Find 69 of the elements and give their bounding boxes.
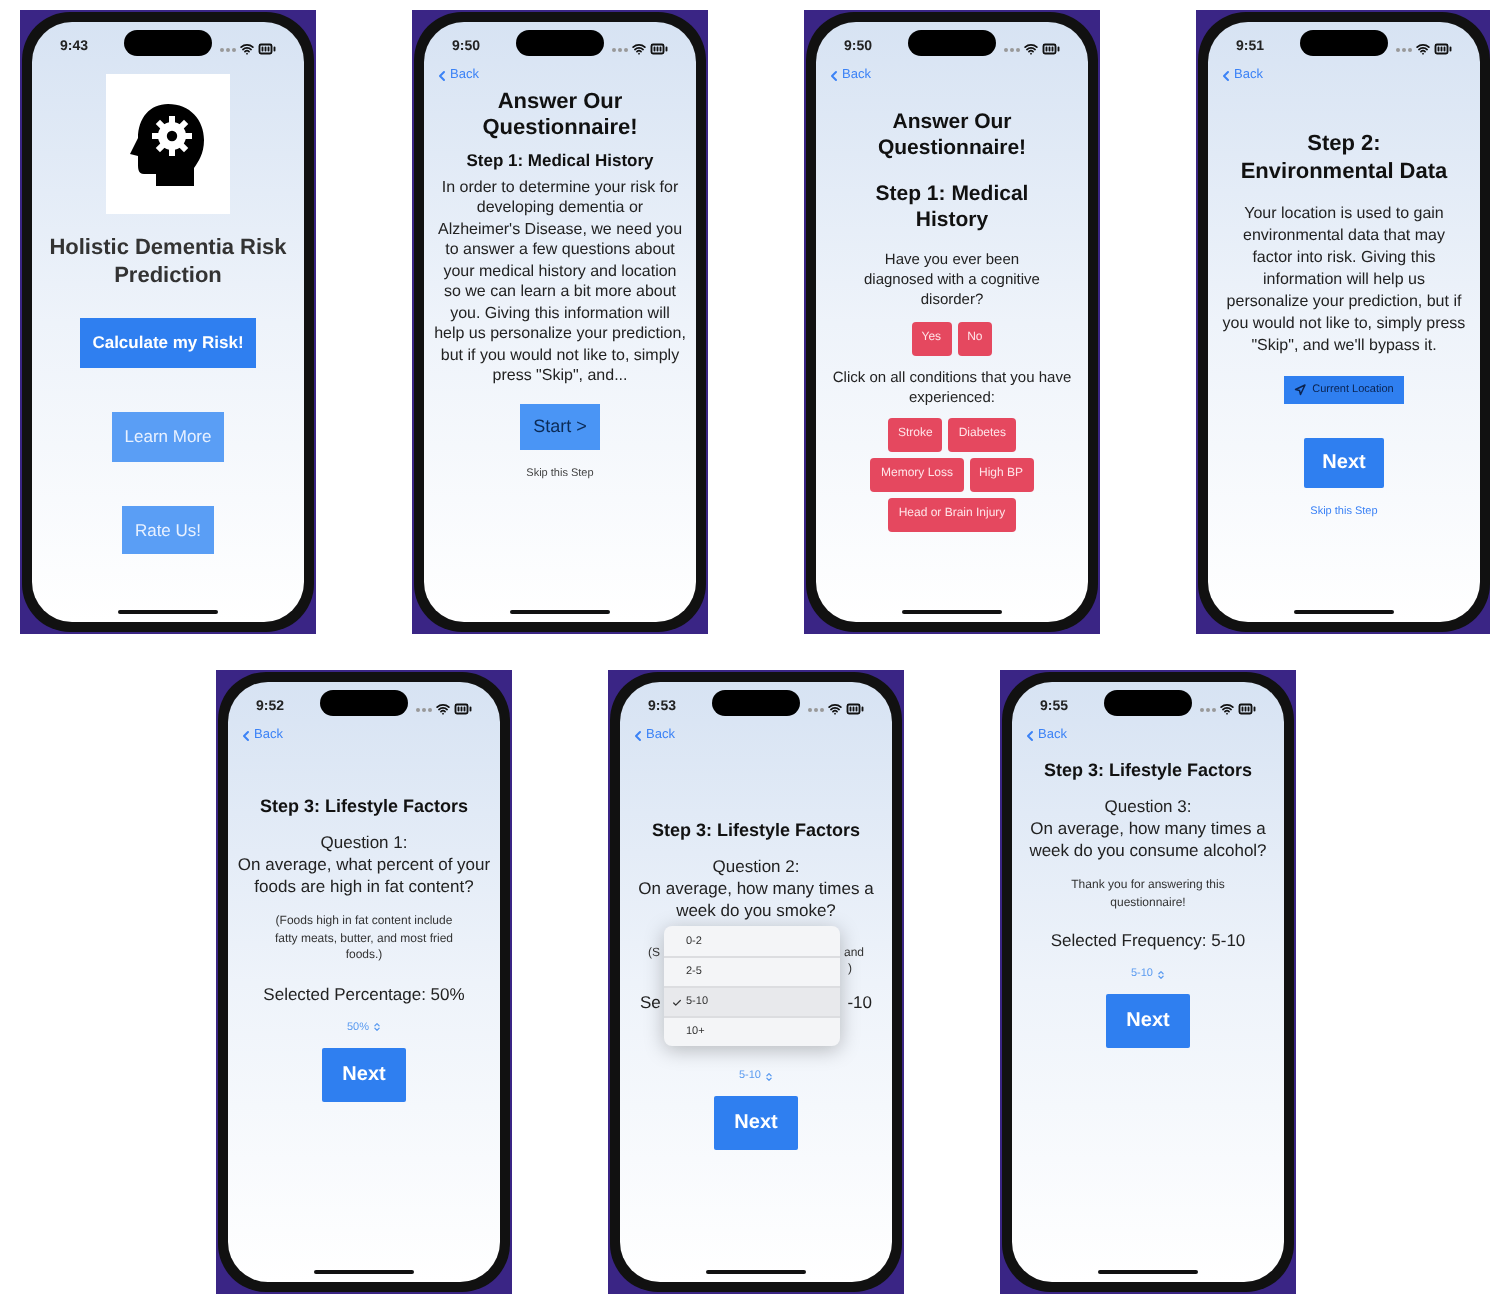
dynamic-island (124, 30, 212, 56)
intro-paragraph: In order to determine your risk for developing dementia or Alzheimer's Disease, we need you to answer a few questions about your medical history and location so we can learn a bit more about you. Giving this information will help us personalize your prediction, but if you would not like to, simply press "Skip", and... (432, 177, 688, 387)
head-gear-icon (128, 100, 208, 188)
chevron-left-icon (630, 727, 646, 744)
screen-title: Answer Our Questionnaire! (875, 109, 1029, 162)
question-text: On average, how many times a week do you smoke? (636, 878, 876, 923)
step-heading: Step 1: Medical History (873, 181, 1031, 234)
question-number: Question 3: (1104, 796, 1192, 819)
battery-icon (846, 700, 864, 718)
wifi-icon (436, 702, 450, 716)
next-button[interactable]: Next (322, 1047, 406, 1102)
home-indicator (706, 1270, 806, 1274)
battery-icon (258, 40, 276, 58)
screen-title: Step 2: Environmental Data (1238, 129, 1450, 186)
wifi-icon (1416, 42, 1430, 56)
menu-button[interactable]: Rate Us! (122, 505, 214, 555)
selected-fragment: Se (640, 990, 661, 1016)
question-text: On average, what percent of your foods are high in fat content? (235, 854, 493, 899)
dynamic-island (908, 30, 996, 56)
chevron-left-icon (1022, 727, 1038, 744)
menu-button[interactable]: Calculate my Risk! (80, 318, 256, 368)
wifi-icon (632, 42, 646, 56)
start-button[interactable]: Start > (519, 403, 601, 450)
dynamic-island (712, 690, 800, 716)
battery-icon (454, 700, 472, 718)
home-indicator (314, 1270, 414, 1274)
selected-fragment: -10 (847, 990, 872, 1016)
selected-value: Selected Frequency: 5-10 (1050, 928, 1246, 954)
up-down-chevron-icon (763, 1071, 773, 1082)
home-indicator (118, 610, 218, 614)
wifi-icon (1024, 42, 1038, 56)
screen-title: Answer Our Questionnaire! (480, 89, 640, 142)
step-heading: Step 1: Medical History (466, 147, 654, 173)
home-indicator (902, 610, 1002, 614)
wifi-icon (240, 42, 254, 56)
wifi-icon (828, 702, 842, 716)
battery-icon (1042, 40, 1060, 58)
chevron-left-icon (238, 727, 254, 744)
next-button[interactable]: Next (714, 1096, 798, 1151)
next-button[interactable]: Next (1106, 994, 1190, 1049)
dynamic-island (320, 690, 408, 716)
chevron-left-icon (826, 67, 842, 84)
question-number: Question 1: (320, 832, 408, 855)
dynamic-island (516, 30, 604, 56)
menu-button[interactable]: Learn More (112, 411, 224, 461)
screen-title: Step 3: Lifestyle Factors (1043, 757, 1253, 784)
location-arrow-icon (1294, 383, 1307, 396)
battery-icon (1238, 700, 1256, 718)
wifi-icon (1220, 702, 1234, 716)
chevron-left-icon (434, 67, 450, 84)
app-title: Holistic Dementia Risk Prediction (47, 234, 289, 290)
selected-value: Selected Percentage: 50% (263, 981, 465, 1007)
info-paragraph: Your location is used to gain environmental data that may factor into risk. Giving this information will help us personalize your prediction, but if you would not like to, simply press "Skip", and we'll bypass it. (1220, 201, 1468, 356)
question-number: Question 2: (712, 856, 800, 879)
screen-title: Step 3: Lifestyle Factors (651, 817, 861, 844)
up-down-chevron-icon (371, 1022, 381, 1033)
chevron-left-icon (1218, 67, 1234, 84)
home-indicator (510, 610, 610, 614)
next-button[interactable]: Next (1304, 438, 1384, 488)
checkmark-icon (672, 997, 682, 1008)
screen-title: Step 3: Lifestyle Factors (259, 793, 469, 820)
home-indicator (1294, 610, 1394, 614)
home-indicator (1098, 1270, 1198, 1274)
up-down-chevron-icon (1155, 969, 1165, 980)
battery-icon (1434, 40, 1452, 58)
battery-icon (650, 40, 668, 58)
dynamic-island (1104, 690, 1192, 716)
question-text: On average, how many times a week do you consume alcohol? (1027, 818, 1269, 863)
dynamic-island (1300, 30, 1388, 56)
